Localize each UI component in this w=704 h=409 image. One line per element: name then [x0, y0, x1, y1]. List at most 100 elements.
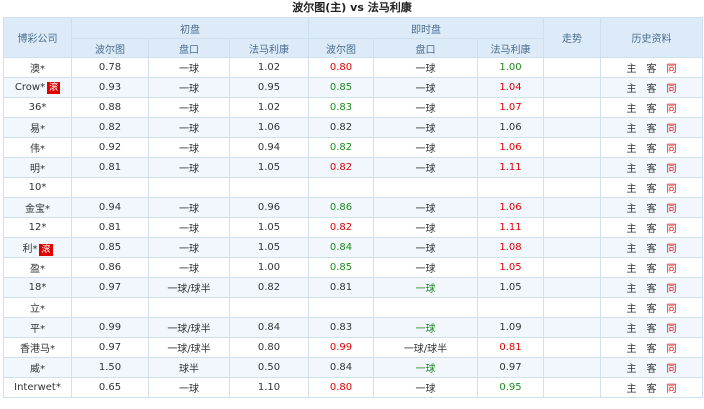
odds-table: 博彩公司 初盘 即时盘 走势 历史资料 波尔图 盘口 法马利康 波尔图 盘口 法… — [3, 17, 704, 398]
trend-cell — [543, 77, 602, 98]
history-home-link[interactable]: 主 — [627, 180, 637, 195]
trend-cell — [543, 277, 602, 298]
initial-handicap: 一球 — [148, 157, 230, 178]
history-away-link[interactable]: 客 — [647, 300, 657, 315]
live-home-odds: 0.85 — [308, 77, 374, 98]
company-name: 18* — [28, 282, 47, 293]
initial-handicap: 一球 — [148, 377, 230, 398]
history-same-link[interactable]: 同 — [667, 260, 677, 275]
initial-home-odds: 0.86 — [71, 257, 149, 278]
initial-handicap: 一球/球半 — [148, 317, 230, 338]
history-same-link[interactable]: 同 — [667, 180, 677, 195]
history-away-link[interactable]: 客 — [647, 340, 657, 355]
history-home-link[interactable]: 主 — [627, 100, 637, 115]
history-same-link[interactable]: 同 — [667, 160, 677, 175]
initial-away-odds: 1.05 — [229, 217, 309, 238]
history-links: 主客同 — [600, 77, 704, 98]
initial-away-odds: 1.02 — [229, 57, 309, 78]
history-away-link[interactable]: 客 — [647, 260, 657, 275]
history-links: 主客同 — [600, 177, 704, 198]
history-home-link[interactable]: 主 — [627, 380, 637, 395]
live-home-odds: 0.83 — [308, 97, 374, 118]
history-away-link[interactable]: 客 — [647, 80, 657, 95]
history-same-link[interactable]: 同 — [667, 300, 677, 315]
history-home-link[interactable]: 主 — [627, 320, 637, 335]
live-away-odds: 1.07 — [476, 97, 545, 118]
history-away-link[interactable]: 客 — [647, 240, 657, 255]
history-home-link[interactable]: 主 — [627, 80, 637, 95]
history-same-link[interactable]: 同 — [667, 380, 677, 395]
history-home-link[interactable]: 主 — [627, 220, 637, 235]
history-home-link[interactable]: 主 — [627, 140, 637, 155]
table-row: 澳* 0.78 一球 1.02 0.80 一球 1.00 主客同 — [3, 57, 704, 78]
history-away-link[interactable]: 客 — [647, 220, 657, 235]
company-cell: Interwet* — [3, 377, 72, 398]
history-same-link[interactable]: 同 — [667, 320, 677, 335]
history-same-link[interactable]: 同 — [667, 140, 677, 155]
history-same-link[interactable]: 同 — [667, 120, 677, 135]
live-home-odds: 0.80 — [308, 377, 374, 398]
history-away-link[interactable]: 客 — [647, 200, 657, 215]
table-row: 10* 主客同 — [3, 177, 704, 198]
history-same-link[interactable]: 同 — [667, 220, 677, 235]
history-away-link[interactable]: 客 — [647, 360, 657, 375]
table-row: 立* 主客同 — [3, 297, 704, 318]
history-links: 主客同 — [600, 137, 704, 158]
history-away-link[interactable]: 客 — [647, 120, 657, 135]
live-away-odds: 0.95 — [476, 377, 545, 398]
history-away-link[interactable]: 客 — [647, 60, 657, 75]
initial-home-odds: 0.97 — [71, 277, 149, 298]
live-away-odds: 1.06 — [476, 197, 545, 218]
initial-home-odds: 0.81 — [71, 217, 149, 238]
live-away-odds: 1.05 — [476, 257, 545, 278]
company-name: 明* — [30, 164, 45, 175]
history-home-link[interactable]: 主 — [627, 340, 637, 355]
initial-handicap — [148, 177, 230, 198]
history-away-link[interactable]: 客 — [647, 180, 657, 195]
history-away-link[interactable]: 客 — [647, 160, 657, 175]
history-home-link[interactable]: 主 — [627, 280, 637, 295]
history-same-link[interactable]: 同 — [667, 60, 677, 75]
live-handicap: 一球 — [373, 217, 478, 238]
header-live: 即时盘 — [307, 17, 545, 39]
history-home-link[interactable]: 主 — [627, 360, 637, 375]
initial-home-odds: 0.88 — [71, 97, 149, 118]
history-away-link[interactable]: 客 — [647, 100, 657, 115]
history-same-link[interactable]: 同 — [667, 100, 677, 115]
company-name: 盈* — [30, 264, 45, 275]
history-home-link[interactable]: 主 — [627, 160, 637, 175]
history-links: 主客同 — [600, 237, 704, 258]
live-home-odds: 0.82 — [308, 137, 374, 158]
history-same-link[interactable]: 同 — [667, 280, 677, 295]
initial-away-odds: 0.80 — [229, 337, 309, 358]
history-home-link[interactable]: 主 — [627, 120, 637, 135]
history-home-link[interactable]: 主 — [627, 60, 637, 75]
history-same-link[interactable]: 同 — [667, 80, 677, 95]
history-same-link[interactable]: 同 — [667, 240, 677, 255]
table-row: 利* 滚 0.85 一球 1.05 0.84 一球 1.08 主客同 — [3, 237, 704, 258]
live-handicap: 一球 — [373, 157, 478, 178]
history-away-link[interactable]: 客 — [647, 140, 657, 155]
initial-home-odds: 0.85 — [71, 237, 149, 258]
live-handicap: 一球 — [373, 137, 478, 158]
live-handicap: 一球 — [373, 277, 478, 298]
history-same-link[interactable]: 同 — [667, 200, 677, 215]
live-home-odds: 0.84 — [308, 357, 374, 378]
history-home-link[interactable]: 主 — [627, 240, 637, 255]
live-away-odds — [476, 177, 545, 198]
history-away-link[interactable]: 客 — [647, 320, 657, 335]
history-away-link[interactable]: 客 — [647, 280, 657, 295]
live-handicap: 一球/球半 — [373, 337, 478, 358]
company-name: 10* — [28, 182, 47, 193]
company-name: Interwet* — [14, 382, 61, 393]
history-home-link[interactable]: 主 — [627, 260, 637, 275]
history-home-link[interactable]: 主 — [627, 200, 637, 215]
trend-cell — [543, 237, 602, 258]
history-away-link[interactable]: 客 — [647, 380, 657, 395]
history-same-link[interactable]: 同 — [667, 360, 677, 375]
history-home-link[interactable]: 主 — [627, 300, 637, 315]
history-same-link[interactable]: 同 — [667, 340, 677, 355]
company-name: 澳* — [30, 64, 45, 75]
history-links: 主客同 — [600, 317, 704, 338]
live-home-odds — [308, 297, 374, 318]
